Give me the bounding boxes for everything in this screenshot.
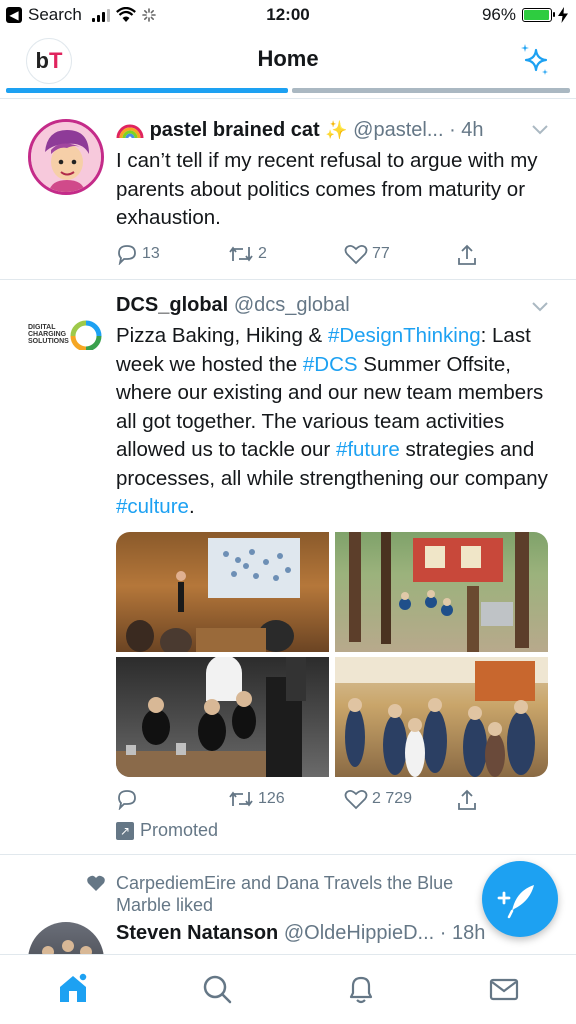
nav-notifications[interactable] <box>345 973 377 1010</box>
hashtag-link[interactable]: #culture <box>116 495 189 518</box>
bottom-navigation <box>0 954 576 1024</box>
share-button[interactable] <box>456 243 478 267</box>
notifications-icon <box>349 976 373 1004</box>
reply-icon <box>118 790 136 810</box>
sparkle-icon[interactable] <box>518 42 552 76</box>
retweet-button[interactable]: 126 <box>228 788 285 810</box>
share-button[interactable] <box>456 788 478 812</box>
chevron-down-icon[interactable] <box>532 302 548 312</box>
page-title: Home <box>257 46 319 71</box>
like-count: 77 <box>372 245 390 262</box>
tweet-header: DCS_global @dcs_global <box>116 294 548 317</box>
display-name[interactable]: pastel brained cat <box>150 119 320 141</box>
tab-latest[interactable] <box>292 88 570 93</box>
hashtag-link[interactable]: #future <box>336 438 400 461</box>
tweet-photo-grid[interactable] <box>116 532 548 777</box>
hashtag-link[interactable]: #DCS <box>303 353 358 376</box>
reply-button[interactable] <box>116 788 138 810</box>
nav-home[interactable] <box>56 972 90 1010</box>
share-icon <box>458 789 476 810</box>
charging-bolt-icon <box>558 7 568 23</box>
like-button[interactable]: 77 <box>344 243 390 265</box>
tweet-time: · 4h <box>449 119 484 141</box>
tweet-actions: 126 2 729 <box>116 788 486 814</box>
social-context[interactable]: CarpediemEire and Dana Travels the Blue … <box>116 872 486 916</box>
top-header: bT Home <box>0 30 576 88</box>
feather-compose-icon <box>497 885 534 919</box>
tweet-header: pastel brained cat ✨ @pastel... · 4h <box>116 119 548 142</box>
user-handle[interactable]: @pastel... <box>353 119 443 141</box>
nav-messages[interactable] <box>488 973 520 1010</box>
heart-icon <box>344 244 368 265</box>
display-name[interactable]: Steven Natanson <box>116 922 278 944</box>
chevron-down-icon[interactable] <box>532 125 548 135</box>
display-name[interactable]: DCS_global <box>116 294 228 316</box>
retweet-count: 2 <box>258 245 267 262</box>
tweet-actions: 13 2 77 <box>116 243 486 269</box>
tweet-text: Pizza Baking, Hiking & #DesignThinking: … <box>116 324 548 518</box>
timeline-tab-indicator <box>0 88 576 94</box>
compose-tweet-button[interactable] <box>482 861 558 937</box>
tweet-header: Steven Natanson @OldeHippieD... · 18h <box>116 922 536 945</box>
heart-icon <box>344 789 368 810</box>
photo-crowd[interactable] <box>335 657 548 777</box>
battery-percent: 96% <box>481 5 516 24</box>
retweet-icon <box>229 791 253 807</box>
home-icon <box>60 972 88 1002</box>
sparkles-emoji-icon: ✨ <box>325 120 348 140</box>
share-icon <box>458 244 476 265</box>
photo-courtyard[interactable] <box>335 532 548 652</box>
status-bar: ◀ Search 12:00 96% <box>0 0 576 30</box>
like-button[interactable]: 2 729 <box>344 788 412 810</box>
tweet-1[interactable]: pastel brained cat ✨ @pastel... · 4h I c… <box>0 98 576 280</box>
battery-icon <box>522 8 555 22</box>
tab-home-active[interactable] <box>6 88 288 93</box>
dcs-ring-icon <box>70 320 102 350</box>
liked-heart-icon <box>87 875 105 891</box>
user-handle[interactable]: @dcs_global <box>234 294 350 316</box>
rainbow-icon <box>116 119 150 141</box>
reply-icon <box>118 245 136 265</box>
promoted-icon: ↗ <box>116 821 134 840</box>
promoted-label[interactable]: ↗ Promoted <box>116 820 218 841</box>
reply-count: 13 <box>142 245 160 262</box>
nav-search[interactable] <box>201 973 233 1010</box>
messages-icon <box>489 978 519 1001</box>
cartoon-avatar-icon <box>31 122 101 192</box>
retweet-icon <box>229 246 253 262</box>
like-count: 2 729 <box>372 790 413 807</box>
photo-workshop[interactable] <box>116 657 329 777</box>
status-right: 96% <box>482 5 568 25</box>
avatar-dcs-logo[interactable]: DIGITAL CHARGING SOLUTIONS <box>28 310 108 350</box>
photo-presentation[interactable] <box>116 532 329 652</box>
retweet-count: 126 <box>258 790 285 807</box>
tweet-text: I can’t tell if my recent refusal to arg… <box>116 149 538 229</box>
reply-button[interactable]: 13 <box>116 243 160 265</box>
avatar[interactable] <box>28 119 104 195</box>
tweet-time: · 18h <box>439 922 486 944</box>
retweet-button[interactable]: 2 <box>228 243 267 265</box>
user-handle[interactable]: @OldeHippieD... <box>284 922 434 944</box>
search-icon <box>203 975 232 1004</box>
hashtag-link[interactable]: #DesignThinking <box>328 324 481 347</box>
